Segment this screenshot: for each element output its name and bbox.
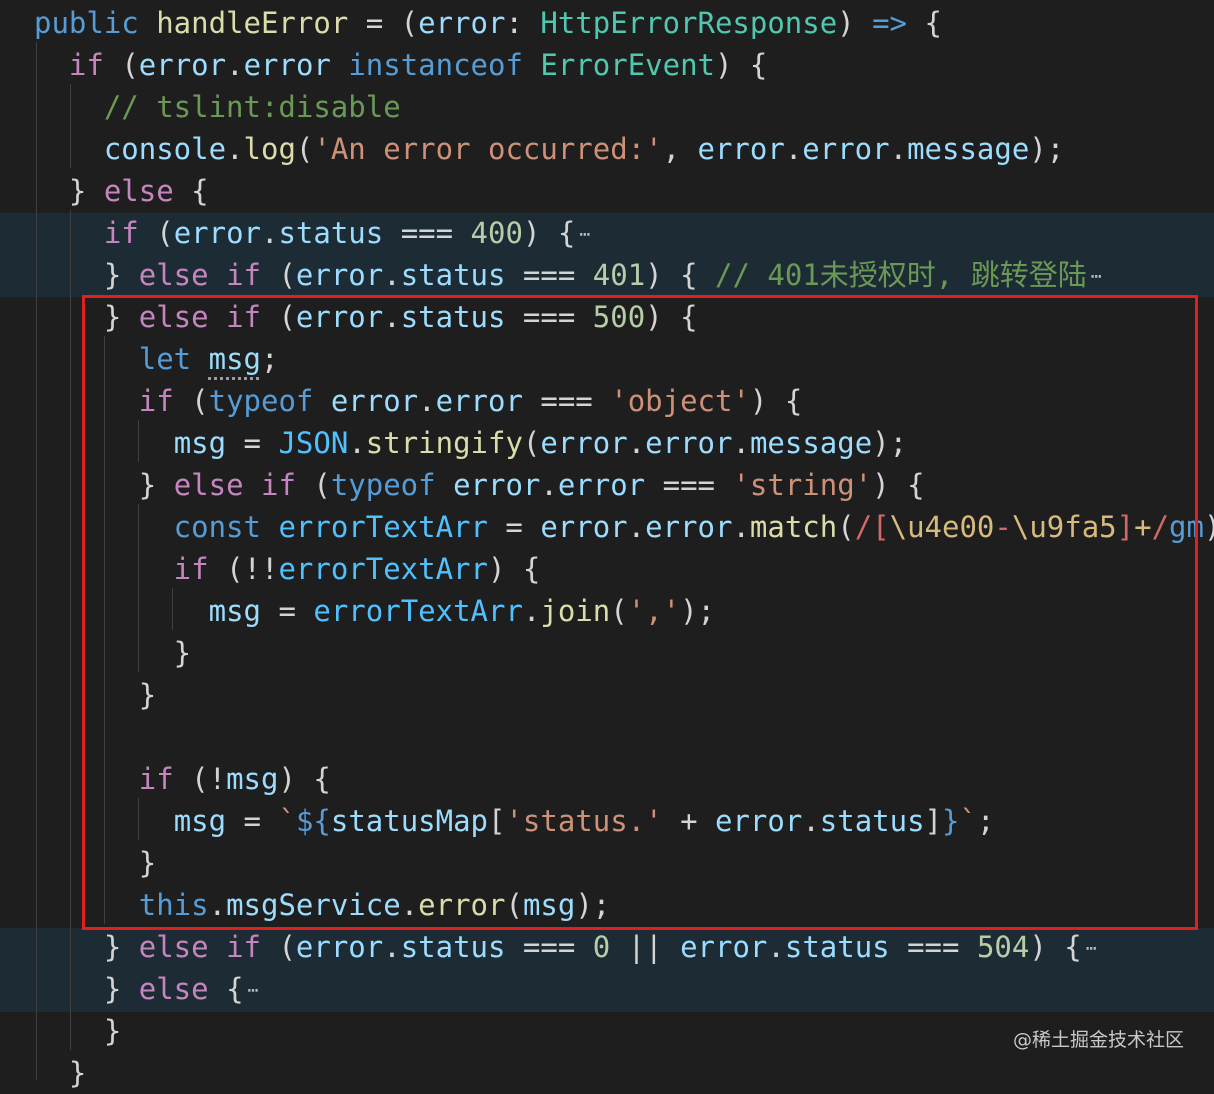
code-token: : xyxy=(505,6,541,40)
code-token: } xyxy=(34,972,139,1006)
code-token: else if xyxy=(138,930,279,964)
code-token: handleError xyxy=(156,6,349,40)
code-token: error xyxy=(295,930,384,964)
fold-ellipsis-icon[interactable]: ⋯ xyxy=(1091,256,1103,298)
code-token: log xyxy=(243,132,296,166)
code-line[interactable]: public handleError = (error: HttpErrorRe… xyxy=(34,2,942,44)
code-token: status xyxy=(784,930,890,964)
code-token: . xyxy=(226,132,244,166)
code-token: 0 xyxy=(592,930,611,964)
code-editor[interactable]: public handleError = (error: HttpErrorRe… xyxy=(0,0,1214,1090)
code-token: 400 xyxy=(470,216,523,250)
code-token: { xyxy=(208,972,244,1006)
code-token: ( xyxy=(156,216,174,250)
watermark: @稀土掘金技术社区 xyxy=(1012,1029,1184,1051)
code-line[interactable]: // tslint:disable xyxy=(34,86,401,128)
code-token: } xyxy=(34,930,139,964)
code-token: { xyxy=(173,174,209,208)
code-token: ( xyxy=(295,132,314,166)
code-token: ErrorEvent xyxy=(540,48,716,82)
code-token: else if xyxy=(138,258,279,292)
code-token: ) { xyxy=(1029,930,1082,964)
code-token: { xyxy=(907,6,942,40)
fold-ellipsis-icon[interactable]: ⋯ xyxy=(579,214,591,256)
code-token: ( xyxy=(121,48,139,82)
code-token: status xyxy=(278,216,384,250)
code-token: status xyxy=(400,930,506,964)
code-token: } xyxy=(34,174,104,208)
fold-ellipsis-icon[interactable]: ⋯ xyxy=(248,970,260,1012)
code-token: . xyxy=(767,930,785,964)
code-token: 401 xyxy=(592,258,646,292)
code-token: === xyxy=(505,258,593,292)
code-token: } xyxy=(34,258,139,292)
code-token: // 401未授权时, 跳转登陆 xyxy=(715,258,1087,292)
code-token: . xyxy=(383,930,401,964)
code-token: ) { xyxy=(715,48,768,82)
code-token: error xyxy=(680,930,768,964)
code-token: => xyxy=(872,6,908,40)
code-token: error xyxy=(138,48,227,82)
code-token: error xyxy=(418,6,506,40)
code-token: 'An error occurred:' xyxy=(313,132,663,166)
code-line[interactable]: } xyxy=(34,1052,86,1094)
code-token: HttpErrorResponse xyxy=(540,6,838,40)
code-token: error xyxy=(173,216,261,250)
code-token: ( xyxy=(278,258,296,292)
code-token: ) { xyxy=(522,216,576,250)
code-token: if xyxy=(34,48,122,82)
code-token: error xyxy=(802,132,890,166)
code-token: 504 xyxy=(976,930,1030,964)
code-token: || xyxy=(610,930,681,964)
code-token: } xyxy=(34,1014,122,1048)
code-token: else xyxy=(138,972,209,1006)
code-token: === xyxy=(505,930,593,964)
code-token: ); xyxy=(1029,132,1065,166)
code-token: status xyxy=(400,258,506,292)
fold-ellipsis-icon[interactable]: ⋯ xyxy=(1086,928,1098,970)
highlight-annotation-box xyxy=(82,295,1198,930)
code-line[interactable]: if (error.status === 400) {⋯ xyxy=(34,212,591,254)
code-line[interactable]: } else if (error.status === 0 || error.s… xyxy=(34,926,1098,968)
code-token: === xyxy=(383,216,471,250)
code-token: else xyxy=(103,174,174,208)
code-token: . xyxy=(889,132,908,166)
code-token: } xyxy=(34,1056,87,1090)
code-token: = ( xyxy=(348,6,419,40)
code-line[interactable]: } else if (error.status === 401) { // 40… xyxy=(34,254,1103,296)
code-token: // tslint:disable xyxy=(34,90,401,124)
code-token: ) { xyxy=(645,258,716,292)
code-token: public xyxy=(34,6,157,40)
code-line[interactable]: } else {⋯ xyxy=(34,968,259,1010)
code-token: console xyxy=(103,132,227,166)
code-token: . xyxy=(383,258,401,292)
code-token: . xyxy=(784,132,803,166)
code-token: === xyxy=(889,930,977,964)
code-line[interactable]: if (error.error instanceof ErrorEvent) { xyxy=(34,44,768,86)
code-token: . xyxy=(226,48,244,82)
code-token: message xyxy=(907,132,1030,166)
code-token: error xyxy=(295,258,384,292)
code-token: ) xyxy=(837,6,873,40)
code-token: , xyxy=(662,132,698,166)
code-token: . xyxy=(261,216,279,250)
code-token: instanceof xyxy=(348,48,541,82)
code-token: ( xyxy=(278,930,296,964)
code-line[interactable]: } else { xyxy=(34,170,209,212)
code-token: error xyxy=(697,132,785,166)
code-token: if xyxy=(34,216,157,250)
code-line[interactable]: } xyxy=(34,1010,121,1052)
code-line[interactable]: console.log('An error occurred:', error.… xyxy=(34,128,1064,170)
code-token: ); xyxy=(1204,510,1214,544)
code-token: error xyxy=(243,48,331,82)
